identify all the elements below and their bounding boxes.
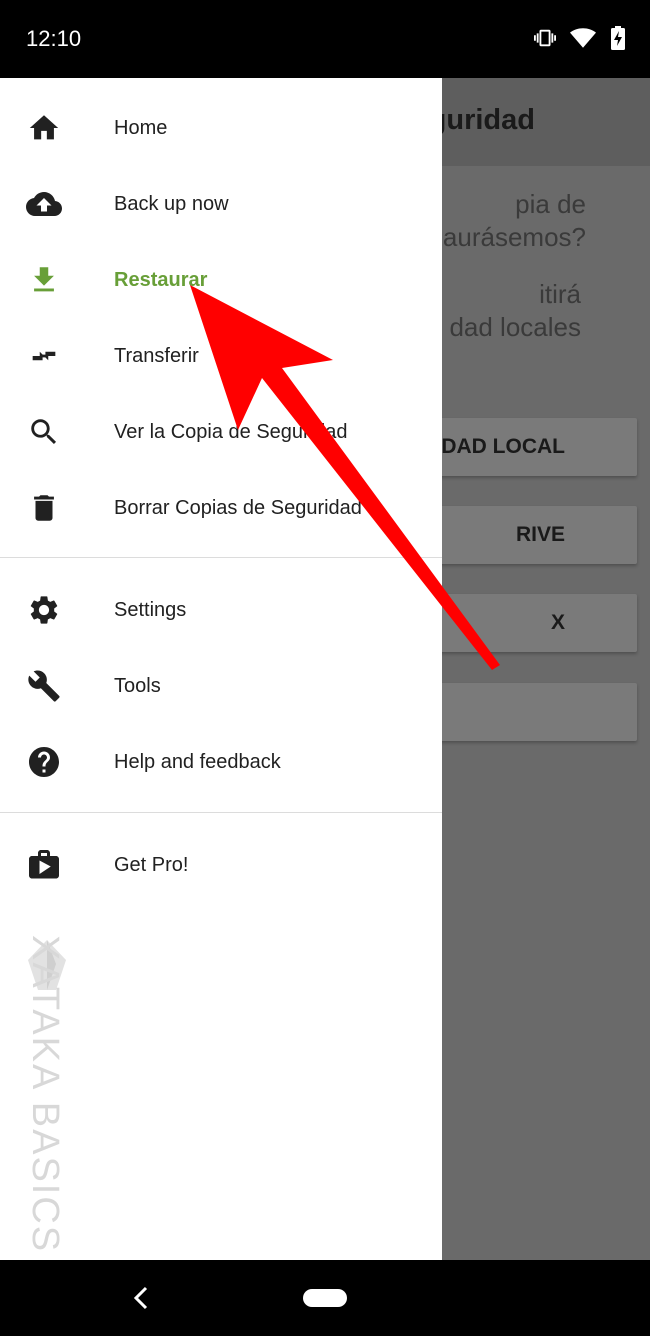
- drawer-item-tools[interactable]: Tools: [0, 651, 442, 721]
- drawer-item-transferir[interactable]: Transferir: [0, 321, 442, 391]
- drawer-item-get-pro[interactable]: Get Pro!: [0, 830, 442, 900]
- drawer-item-label: Settings: [114, 598, 187, 621]
- drawer-item-label: Back up now: [114, 192, 229, 215]
- transfer-arrows-icon: [26, 338, 62, 374]
- background-title: guridad: [428, 104, 535, 136]
- gear-icon: [26, 592, 62, 628]
- drawer-item-borrar[interactable]: Borrar Copias de Seguridad: [0, 473, 442, 543]
- status-icons: [534, 26, 626, 50]
- search-icon: [26, 414, 62, 450]
- drawer-item-home[interactable]: Home: [0, 93, 442, 163]
- back-icon[interactable]: [130, 1284, 152, 1317]
- drawer-item-settings[interactable]: Settings: [0, 575, 442, 645]
- status-bar: 12:10: [0, 0, 650, 78]
- drawer-item-ver-copia[interactable]: Ver la Copia de Seguridad: [0, 397, 442, 467]
- system-nav-bar: [0, 1260, 650, 1336]
- drawer-item-label: Ver la Copia de Seguridad: [114, 420, 348, 443]
- wrench-icon: [26, 668, 62, 704]
- navigation-drawer: Home Back up now Restaurar Transferir Ve…: [0, 78, 442, 1260]
- trash-icon: [26, 490, 62, 526]
- drawer-item-label: Tools: [114, 674, 161, 697]
- home-pill-button[interactable]: [303, 1289, 347, 1307]
- drawer-item-restaurar[interactable]: Restaurar: [0, 245, 442, 315]
- wifi-icon: [570, 27, 596, 49]
- drawer-divider: [0, 557, 442, 558]
- status-time: 12:10: [26, 26, 82, 51]
- drawer-item-label: Get Pro!: [114, 853, 189, 876]
- play-store-bag-icon: [26, 847, 62, 883]
- drawer-item-label: Help and feedback: [114, 750, 281, 773]
- watermark-text: XATAKA BASICS: [24, 935, 66, 1254]
- drawer-item-label: Transferir: [114, 344, 199, 367]
- home-icon: [26, 110, 62, 146]
- battery-charging-icon: [610, 26, 626, 50]
- cloud-upload-icon: [26, 186, 62, 222]
- drawer-item-label: Borrar Copias de Seguridad: [114, 496, 362, 519]
- vibrate-icon: [534, 27, 556, 49]
- help-icon: [26, 744, 62, 780]
- drawer-item-backup[interactable]: Back up now: [0, 169, 442, 239]
- drawer-item-label: Home: [114, 116, 168, 139]
- download-icon: [26, 262, 62, 298]
- drawer-item-label: Restaurar: [114, 268, 208, 291]
- drawer-item-help[interactable]: Help and feedback: [0, 727, 442, 797]
- drawer-divider: [0, 812, 442, 813]
